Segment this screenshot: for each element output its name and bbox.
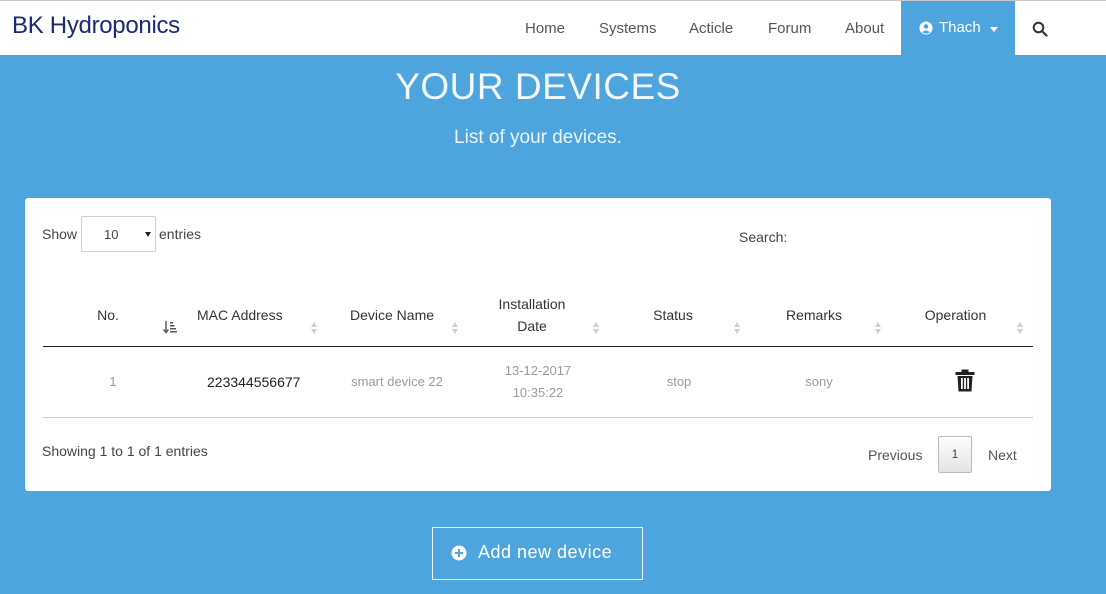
entries-label: entries	[159, 226, 202, 242]
search-label: Search:	[739, 229, 788, 245]
col-header-operation[interactable]: Operation	[913, 304, 998, 326]
page-length-select[interactable]: 10	[81, 216, 156, 252]
page-subtitle: List of your devices.	[454, 127, 622, 148]
col-header-mac[interactable]: MAC Address	[197, 304, 302, 326]
add-device-label: Add new device	[478, 542, 613, 562]
col-header-no[interactable]: No.	[78, 304, 138, 326]
search-icon[interactable]	[1032, 21, 1048, 37]
cell-device-name: smart device 22	[351, 374, 443, 389]
previous-button[interactable]: Previous	[868, 447, 922, 463]
sort-icon[interactable]	[452, 322, 459, 334]
page-length-value: 10	[104, 227, 119, 242]
brand-logo[interactable]: BK Hydroponics	[12, 12, 180, 40]
nav-about[interactable]: About	[845, 20, 884, 37]
devices-card: Show 10 entries Search: No. MAC Address …	[25, 198, 1051, 491]
cell-installation-time: 10:35:22	[512, 385, 564, 400]
navbar: BK Hydroponics Home Systems Acticle Foru…	[0, 0, 1106, 56]
user-menu[interactable]: Thach	[901, 1, 1015, 56]
nav-systems[interactable]: Systems	[599, 20, 657, 37]
dropdown-arrow-icon	[145, 232, 151, 237]
table-row-divider	[43, 417, 1033, 418]
show-label: Show	[42, 226, 78, 242]
nav-home[interactable]: Home	[525, 20, 565, 37]
plus-circle-icon	[451, 545, 467, 561]
nav-forum[interactable]: Forum	[768, 20, 811, 37]
table-info: Showing 1 to 1 of 1 entries	[42, 443, 208, 459]
chevron-down-icon	[990, 27, 998, 32]
col-header-installation-date[interactable]: Installation Date	[487, 293, 577, 337]
user-name: Thach	[939, 19, 981, 36]
nav-acticle[interactable]: Acticle	[689, 20, 733, 37]
user-circle-icon	[919, 21, 933, 35]
sort-icon[interactable]	[311, 322, 318, 334]
page-1-button[interactable]: 1	[938, 436, 972, 473]
add-device-button[interactable]: Add new device	[432, 527, 643, 580]
sort-icon[interactable]	[1017, 322, 1024, 334]
next-button[interactable]: Next	[988, 447, 1017, 463]
cell-status: stop	[666, 374, 692, 389]
sort-ascending-icon[interactable]	[163, 320, 177, 334]
page-title: YOUR DEVICES	[395, 66, 681, 107]
cell-installation-date: 13-12-2017	[504, 363, 572, 378]
cell-mac: 223344556677	[207, 374, 301, 390]
sort-icon[interactable]	[593, 322, 600, 334]
col-header-device-name[interactable]: Device Name	[342, 304, 442, 326]
sort-icon[interactable]	[734, 322, 741, 334]
cell-remarks: sony	[805, 374, 833, 389]
table-header-divider	[43, 346, 1033, 347]
trash-icon[interactable]	[955, 369, 975, 392]
col-header-remarks[interactable]: Remarks	[774, 304, 854, 326]
col-header-status[interactable]: Status	[638, 304, 708, 326]
cell-no: 1	[109, 374, 117, 389]
sort-icon[interactable]	[875, 322, 882, 334]
